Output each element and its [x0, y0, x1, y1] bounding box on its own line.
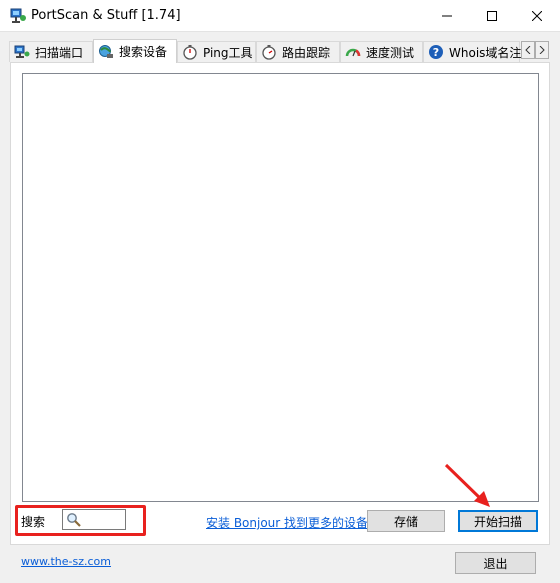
app-network-icon — [10, 8, 26, 23]
tab-ping-tool[interactable]: Ping工具 — [177, 41, 256, 62]
tab-search-devices[interactable]: 搜索设备 — [93, 39, 177, 63]
tab-label: 速度测试 — [366, 45, 415, 60]
tab-label: 路由跟踪 — [282, 45, 331, 60]
tab-scroll-left-button[interactable] — [521, 41, 535, 59]
tab-label: Whois域名注 — [449, 45, 522, 60]
annotation-highlight-box — [15, 505, 146, 536]
tab-scroll-right-button[interactable] — [535, 41, 549, 59]
tab-traceroute[interactable]: 路由跟踪 — [256, 41, 340, 62]
maximize-button[interactable] — [469, 0, 514, 31]
window-title: PortScan & Stuff [1.74] — [31, 8, 181, 23]
tab-scan-ports[interactable]: 扫描端口 — [9, 41, 93, 62]
close-button[interactable] — [514, 0, 559, 31]
install-bonjour-link[interactable]: 安装 Bonjour 找到更多的设备 — [206, 514, 368, 531]
exit-button[interactable]: 退出 — [455, 552, 536, 574]
stopwatch-icon — [183, 45, 197, 60]
tab-label: 搜索设备 — [119, 45, 168, 59]
tab-whois[interactable]: ? Whois域名注 — [423, 41, 522, 62]
chevron-right-icon — [539, 46, 545, 54]
help-circle-icon: ? — [429, 45, 443, 59]
speedometer-icon — [345, 48, 361, 57]
save-button[interactable]: 存储 — [367, 510, 445, 532]
tab-panel: 搜索 安装 Bonjour 找到更多的设备 存储 开始扫描 — [10, 62, 550, 545]
tab-strip: 扫描端口 搜索设备 Ping工具 路由跟踪 速度测试 ? Whois域名注 — [9, 39, 550, 63]
stopwatch-icon — [262, 45, 276, 60]
tab-speed-test[interactable]: 速度测试 — [340, 41, 423, 62]
globe-network-icon — [99, 44, 113, 58]
tab-label: Ping工具 — [203, 45, 253, 60]
minimize-button[interactable] — [424, 0, 469, 31]
network-computer-icon — [14, 45, 30, 58]
minimize-icon — [441, 15, 452, 16]
title-bar: PortScan & Stuff [1.74] — [0, 0, 560, 32]
svg-text:?: ? — [433, 46, 439, 59]
chevron-left-icon — [525, 46, 531, 54]
start-scan-button[interactable]: 开始扫描 — [458, 510, 538, 532]
device-list[interactable] — [22, 73, 539, 502]
close-icon — [531, 10, 542, 21]
tab-label: 扫描端口 — [35, 45, 84, 60]
website-link[interactable]: www.the-sz.com — [21, 555, 111, 568]
maximize-icon — [486, 10, 497, 21]
